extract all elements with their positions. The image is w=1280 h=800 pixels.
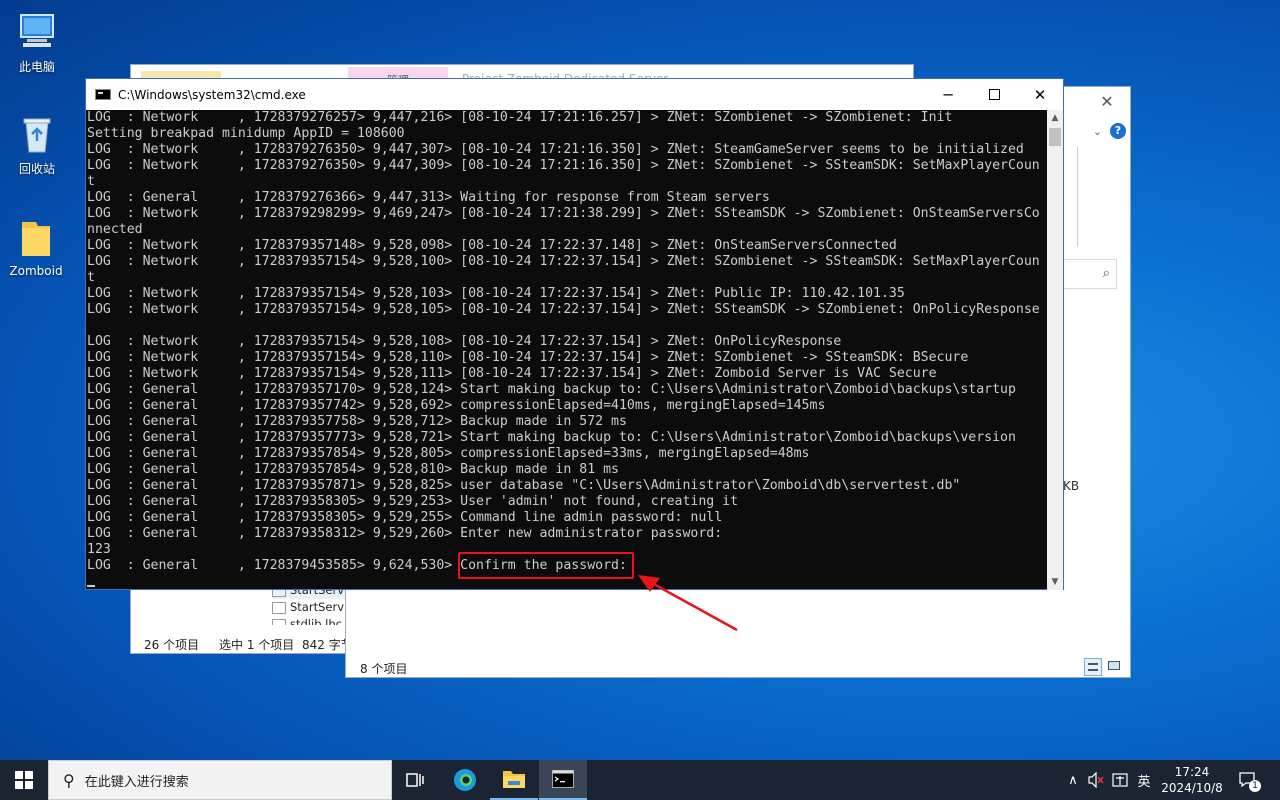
edge-icon [454, 769, 476, 791]
console-line: t [87, 270, 95, 285]
desktop-icon-label: Zomboid [9, 264, 63, 278]
clock[interactable]: 17:24 2024/10/8 [1158, 760, 1226, 800]
console-scrollbar[interactable]: ▲ ▼ [1047, 110, 1063, 590]
file-name: stdlib.lbc [290, 617, 342, 625]
column-divider [1077, 147, 1078, 247]
console-line: LOG : General , 1728379358305> 9,529,255… [87, 510, 723, 525]
folder-icon [14, 216, 58, 260]
console-line: LOG : General , 1728379357871> 9,528,825… [87, 478, 961, 493]
ribbon-collapse-icon[interactable]: ⌄ [1093, 125, 1102, 138]
ime-mode-icon[interactable] [1110, 760, 1130, 800]
scrollbar-thumb[interactable] [1049, 128, 1061, 146]
notification-button[interactable]: 1 [1234, 760, 1262, 800]
status-selected: 选中 1 个项目 [219, 638, 295, 652]
details-view-button[interactable] [1084, 658, 1102, 676]
annotation-highlight-box [458, 552, 634, 579]
console-line: nnected [87, 222, 143, 237]
task-view-button[interactable] [392, 760, 440, 800]
maximize-icon [988, 89, 1000, 100]
console-line: LOG : Network , 1728379276350> 9,447,309… [87, 158, 1040, 173]
console-line: LOG : General , 1728379276366> 9,447,313… [87, 190, 770, 205]
annotation-arrow [638, 575, 738, 632]
console-line: LOG : General , 1728379357854> 9,528,810… [87, 462, 619, 477]
desktop-icon-computer[interactable]: 此电脑 [1, 10, 73, 75]
edge-button[interactable] [441, 760, 489, 800]
cmd-taskbar-button[interactable] [539, 760, 587, 800]
status-size: 842 字节 [302, 638, 348, 652]
taskbar: ⚲ 在此键入进行搜索 ∧ 英 17:24 2024/10/8 1 [0, 760, 1280, 800]
console-line: LOG : Network , 1728379298299> 9,469,247… [87, 206, 1040, 221]
status-item-count: 26 个项目 [144, 638, 200, 652]
file-icon [272, 601, 286, 614]
cmd-window-title: C:\Windows\system32\cmd.exe [118, 87, 306, 102]
console-line: LOG : General , 1728379357854> 9,528,805… [87, 446, 810, 461]
tray-show-hidden-icon[interactable]: ∧ [1064, 760, 1082, 800]
ime-language[interactable]: 英 [1135, 760, 1153, 800]
search-icon: ⚲ [63, 770, 75, 790]
console-line: LOG : Network , 1728379357148> 9,528,098… [87, 238, 897, 253]
computer-icon [15, 10, 59, 54]
details-view-icon [1088, 663, 1098, 671]
console-line: LOG : Network , 1728379357154> 9,528,111… [87, 366, 937, 381]
desktop-icon-recycle-bin[interactable]: 回收站 [1, 112, 73, 177]
task-view-icon [406, 773, 424, 787]
cmd-app-icon [95, 89, 111, 100]
console-cursor [87, 585, 95, 587]
help-icon[interactable]: ? [1110, 123, 1126, 139]
desktop-icon-label: 此电脑 [18, 60, 55, 74]
search-box[interactable]: ⌕ [1062, 259, 1117, 289]
scroll-down-icon[interactable]: ▼ [1047, 574, 1063, 590]
console-line: LOG : Network , 1728379276350> 9,447,307… [87, 142, 1024, 157]
scroll-up-icon[interactable]: ▲ [1047, 110, 1063, 126]
console-line: Setting breakpad minidump AppID = 108600 [87, 126, 405, 141]
console-line: LOG : Network , 1728379357154> 9,528,108… [87, 334, 842, 349]
search-icon: ⌕ [1102, 266, 1110, 281]
console-output[interactable]: LOG : Network , 1728379276257> 9,447,216… [86, 110, 1048, 590]
maximize-button[interactable] [971, 79, 1017, 110]
clock-date: 2024/10/8 [1161, 781, 1223, 795]
console-line: LOG : Network , 1728379357154> 9,528,105… [87, 302, 1040, 317]
console-line: LOG : General , 1728379357758> 9,528,712… [87, 414, 627, 429]
clock-time: 17:24 [1174, 765, 1210, 779]
thumbnail-view-icon [1108, 661, 1120, 670]
cmd-window[interactable]: C:\Windows\system32\cmd.exe ─ ✕ LOG : Ne… [85, 78, 1064, 590]
console-line: LOG : General , 1728379357170> 9,528,124… [87, 382, 1016, 397]
console-line: LOG : General , 1728379358305> 9,529,253… [87, 494, 739, 509]
folder-icon [503, 771, 525, 788]
console-line: LOG : Network , 1728379357154> 9,528,100… [87, 254, 1040, 269]
close-button[interactable]: ✕ [1092, 91, 1122, 113]
recycle-bin-icon [15, 112, 59, 156]
file-name: StartServ [290, 600, 345, 614]
console-line: LOG : Network , 1728379357154> 9,528,110… [87, 350, 969, 365]
notification-count: 1 [1249, 780, 1261, 792]
console-line: t [87, 174, 95, 189]
file-size-text: KB [1063, 479, 1080, 493]
console-line: LOG : General , 1728379357742> 9,528,692… [87, 398, 826, 413]
desktop-icon-zomboid-folder[interactable]: Zomboid [0, 216, 72, 278]
volume-muted-icon[interactable] [1086, 760, 1106, 800]
close-button[interactable]: ✕ [1017, 79, 1063, 110]
status-item-count: 8 个项目 [360, 662, 408, 676]
minimize-button[interactable]: ─ [925, 79, 971, 110]
file-explorer-button[interactable] [490, 760, 538, 800]
console-line: LOG : Network , 1728379276257> 9,447,216… [87, 110, 953, 125]
taskbar-search-box[interactable]: ⚲ 在此键入进行搜索 [48, 760, 392, 800]
console-line: LOG : General , 1728379358312> 9,529,260… [87, 526, 723, 541]
windows-logo-icon [15, 771, 33, 789]
start-button[interactable] [0, 760, 48, 800]
cmd-icon [552, 770, 574, 788]
thumbnail-view-button[interactable] [1106, 658, 1122, 674]
file-icon [272, 618, 286, 625]
console-line: LOG : Network , 1728379357154> 9,528,103… [87, 286, 905, 301]
console-line: LOG : General , 1728379357773> 9,528,721… [87, 430, 1016, 445]
cmd-title-bar[interactable]: C:\Windows\system32\cmd.exe ─ ✕ [86, 79, 1063, 110]
desktop-icon-label: 回收站 [18, 162, 55, 176]
search-placeholder: 在此键入进行搜索 [84, 774, 189, 790]
